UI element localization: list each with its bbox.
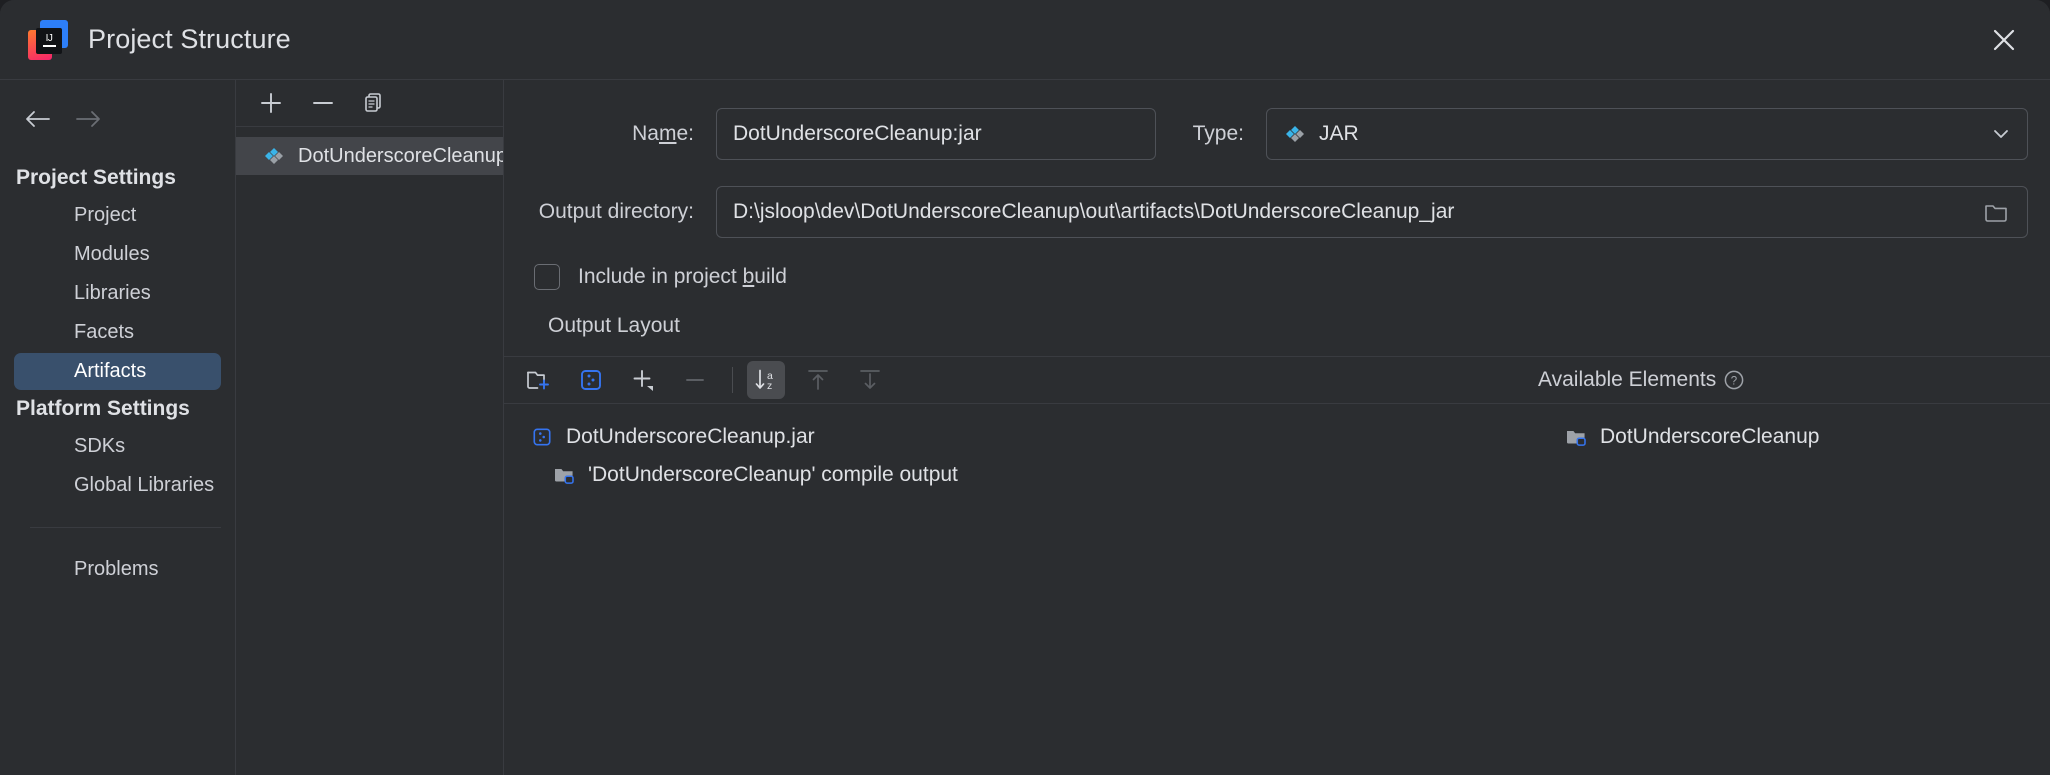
include-in-build-label[interactable]: Include in project build [578, 265, 787, 289]
logo-text: IJ [46, 34, 53, 43]
tree-row[interactable]: 'DotUnderscoreCleanup' compile output [504, 456, 1538, 494]
remove-element-button [676, 361, 714, 399]
add-copy-of-button[interactable] [624, 361, 662, 399]
copy-artifact-button[interactable] [358, 86, 392, 120]
question-mark-icon[interactable]: ? [1722, 368, 1746, 392]
nav-group-title-project-settings: Project Settings [0, 160, 235, 196]
output-directory-input[interactable]: D:\jsloop\dev\DotUnderscoreCleanup\out\a… [733, 200, 1979, 224]
sidebar-item-global-libraries[interactable]: Global Libraries [14, 467, 221, 504]
settings-sidebar: Project Settings Project Modules Librari… [0, 80, 236, 775]
output-directory-field: D:\jsloop\dev\DotUnderscoreCleanup\out\a… [716, 186, 2028, 238]
remove-artifact-button[interactable] [306, 86, 340, 120]
artifact-form: Name: DotUnderscoreCleanup:jar Type: [504, 80, 2050, 356]
include-label-prefix: Include in project [578, 265, 743, 288]
artifact-diamond-icon [262, 144, 286, 168]
chevron-down-icon[interactable] [1989, 122, 2013, 146]
sidebar-item-facets[interactable]: Facets [14, 314, 221, 351]
list-item[interactable]: DotUnderscoreCleanup [236, 137, 503, 175]
arrow-left-icon[interactable] [22, 104, 52, 134]
output-layout-toolbar: a z Available [504, 356, 2050, 404]
create-directory-button[interactable] [520, 361, 558, 399]
page-title: Project Structure [88, 24, 291, 55]
close-icon[interactable] [1982, 18, 2026, 62]
dialog-titlebar: IJ Project Structure [0, 0, 2050, 80]
sidebar-item-modules[interactable]: Modules [14, 236, 221, 273]
dialog-body: Project Settings Project Modules Librari… [0, 80, 2050, 775]
sort-elements-button[interactable]: a z [747, 361, 785, 399]
name-type-row: Name: DotUnderscoreCleanup:jar Type: [526, 108, 2028, 160]
artifact-name-input[interactable]: DotUnderscoreCleanup:jar [716, 108, 1156, 160]
move-up-button [799, 361, 837, 399]
artifact-type-select[interactable]: JAR [1266, 108, 2028, 160]
layout-trees: DotUnderscoreCleanup.jar 'DotUnderscoreC… [504, 404, 2050, 775]
sidebar-item-project[interactable]: Project [14, 197, 221, 234]
available-elements-tree: DotUnderscoreCleanup [1538, 404, 2050, 775]
sidebar-item-artifacts[interactable]: Artifacts [14, 353, 221, 390]
include-label-suffix: uild [754, 265, 787, 288]
module-output-icon [552, 463, 576, 487]
arrow-right-icon[interactable] [74, 104, 104, 134]
output-directory-row: Output directory: D:\jsloop\dev\DotUnder… [526, 186, 2028, 238]
available-elements-header: Available Elements ? [1538, 368, 1746, 392]
artifact-diamond-icon [1283, 122, 1307, 146]
output-layout-title: Output Layout [526, 314, 2028, 338]
artifacts-toolbar [236, 80, 503, 127]
output-layout-tree: DotUnderscoreCleanup.jar 'DotUnderscoreC… [504, 404, 1538, 775]
nav-group-title-platform-settings: Platform Settings [0, 391, 235, 427]
create-archive-button[interactable] [572, 361, 610, 399]
name-label-mnemonic: m [659, 122, 677, 145]
toolbar-divider [732, 367, 733, 393]
move-down-button [851, 361, 889, 399]
sidebar-item-libraries[interactable]: Libraries [14, 275, 221, 312]
artifact-type-value: JAR [1319, 122, 1989, 146]
project-structure-dialog: IJ Project Structure [0, 0, 2050, 775]
sidebar-divider [30, 527, 221, 528]
intellij-logo-icon: IJ [28, 20, 68, 60]
artifacts-list: DotUnderscoreCleanup [236, 127, 503, 175]
available-elements-label: Available Elements [1538, 368, 1716, 392]
artifact-detail-pane: Name: DotUnderscoreCleanup:jar Type: [504, 80, 2050, 775]
output-directory-label: Output directory: [526, 200, 716, 224]
svg-text:z: z [767, 380, 772, 392]
tree-row-label: 'DotUnderscoreCleanup' compile output [588, 463, 958, 487]
archive-icon [530, 425, 554, 449]
name-label-prefix: Na [632, 122, 659, 145]
include-in-build-row: Include in project build [526, 264, 2028, 290]
navigation-arrows [0, 94, 235, 160]
artifacts-list-panel: DotUnderscoreCleanup [236, 80, 504, 775]
include-in-build-checkbox[interactable] [534, 264, 560, 290]
tree-row-label: DotUnderscoreCleanup.jar [566, 425, 815, 449]
sidebar-item-sdks[interactable]: SDKs [14, 428, 221, 465]
artifact-name-label: DotUnderscoreCleanup [298, 145, 503, 168]
include-label-mnemonic: b [743, 265, 755, 288]
type-field-label: Type: [1156, 122, 1266, 146]
sidebar-item-problems[interactable]: Problems [14, 551, 221, 588]
add-artifact-button[interactable] [254, 86, 288, 120]
name-label-suffix: e: [676, 122, 694, 145]
folder-browse-icon[interactable] [1979, 195, 2013, 229]
tree-row-label: DotUnderscoreCleanup [1600, 425, 1819, 449]
name-field-label: Name: [526, 122, 716, 146]
module-output-icon [1564, 425, 1588, 449]
svg-text:?: ? [1731, 375, 1737, 387]
tree-row[interactable]: DotUnderscoreCleanup.jar [504, 418, 1538, 456]
tree-row[interactable]: DotUnderscoreCleanup [1538, 418, 2050, 456]
